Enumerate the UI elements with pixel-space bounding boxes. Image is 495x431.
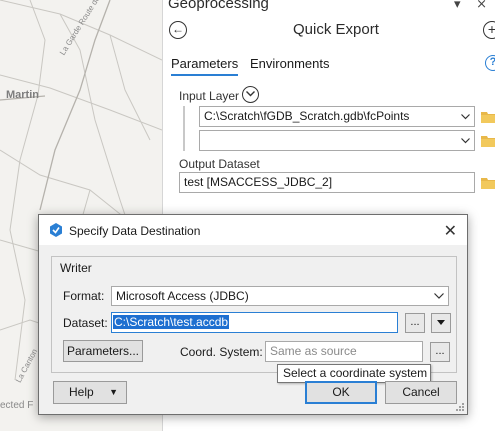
dataset-input[interactable]: C:\Scratch\test.accdb — [111, 312, 398, 333]
output-dataset-field[interactable]: test [MSACCESS_JDBC_2] — [179, 172, 475, 193]
coord-system-input[interactable]: Same as source — [265, 341, 423, 362]
tab-parameters[interactable]: Parameters — [171, 56, 239, 76]
add-icon[interactable]: + — [483, 21, 495, 39]
input-layer-bar — [183, 106, 185, 151]
chevron-down-icon[interactable] — [461, 107, 470, 132]
format-value: Microsoft Access (JDBC) — [116, 289, 249, 303]
close-icon[interactable]: ✕ — [444, 221, 457, 241]
folder-icon[interactable] — [481, 110, 495, 123]
map-attribution: ected F — [0, 400, 34, 411]
tool-title: Quick Export — [293, 21, 379, 38]
coord-system-browse-button[interactable]: ... — [430, 342, 450, 362]
resize-grip-icon[interactable] — [456, 403, 465, 412]
pane-controls[interactable]: ▾ ⨯ — [454, 0, 493, 12]
folder-icon[interactable] — [481, 134, 495, 147]
format-label: Format: — [63, 289, 105, 303]
dialog-titlebar[interactable]: Specify Data Destination ✕ — [39, 215, 467, 245]
tab-environments[interactable]: Environments — [250, 56, 329, 71]
writer-group-label: Writer — [60, 261, 92, 275]
specify-data-destination-dialog: Specify Data Destination ✕ Writer Format… — [38, 214, 468, 415]
back-icon[interactable]: ← — [169, 21, 187, 39]
input-layer-field-empty[interactable] — [199, 130, 475, 151]
dataset-value: C:\Scratch\test.accdb — [113, 315, 230, 329]
help-button[interactable]: Help ▼ — [53, 381, 127, 404]
chevron-down-icon — [437, 320, 445, 325]
output-dataset-value: test [MSACCESS_JDBC_2] — [184, 175, 333, 189]
input-layer-label: Input Layer — [179, 89, 240, 103]
chevron-down-icon[interactable] — [434, 287, 444, 310]
chevron-down-icon: ▼ — [109, 387, 118, 397]
format-select[interactable]: Microsoft Access (JDBC) — [111, 286, 449, 306]
chevron-down-icon[interactable] — [461, 131, 470, 156]
parameters-button[interactable]: Parameters... — [63, 340, 143, 362]
input-layer-value: C:\Scratch\fGDB_Scratch.gdb\fcPoints — [204, 109, 410, 123]
ok-button[interactable]: OK — [305, 381, 377, 404]
output-dataset-label: Output Dataset — [179, 157, 260, 171]
dataset-label: Dataset: — [63, 316, 108, 330]
input-layer-field[interactable]: C:\Scratch\fGDB_Scratch.gdb\fcPoints — [199, 106, 475, 127]
dialog-title: Specify Data Destination — [69, 224, 201, 238]
coord-system-label: Coord. System: — [180, 345, 263, 359]
cancel-button[interactable]: Cancel — [385, 381, 457, 404]
pane-title: Geoprocessing — [168, 0, 269, 12]
app-icon — [50, 223, 62, 237]
help-button-label: Help — [69, 385, 94, 399]
folder-icon[interactable] — [481, 176, 495, 189]
help-icon[interactable]: ? — [485, 55, 495, 71]
dataset-options-button[interactable] — [431, 313, 451, 333]
map-label-martin: Martin — [6, 89, 39, 101]
dataset-browse-button[interactable]: ... — [405, 313, 425, 333]
chevron-down-icon[interactable] — [242, 86, 259, 103]
